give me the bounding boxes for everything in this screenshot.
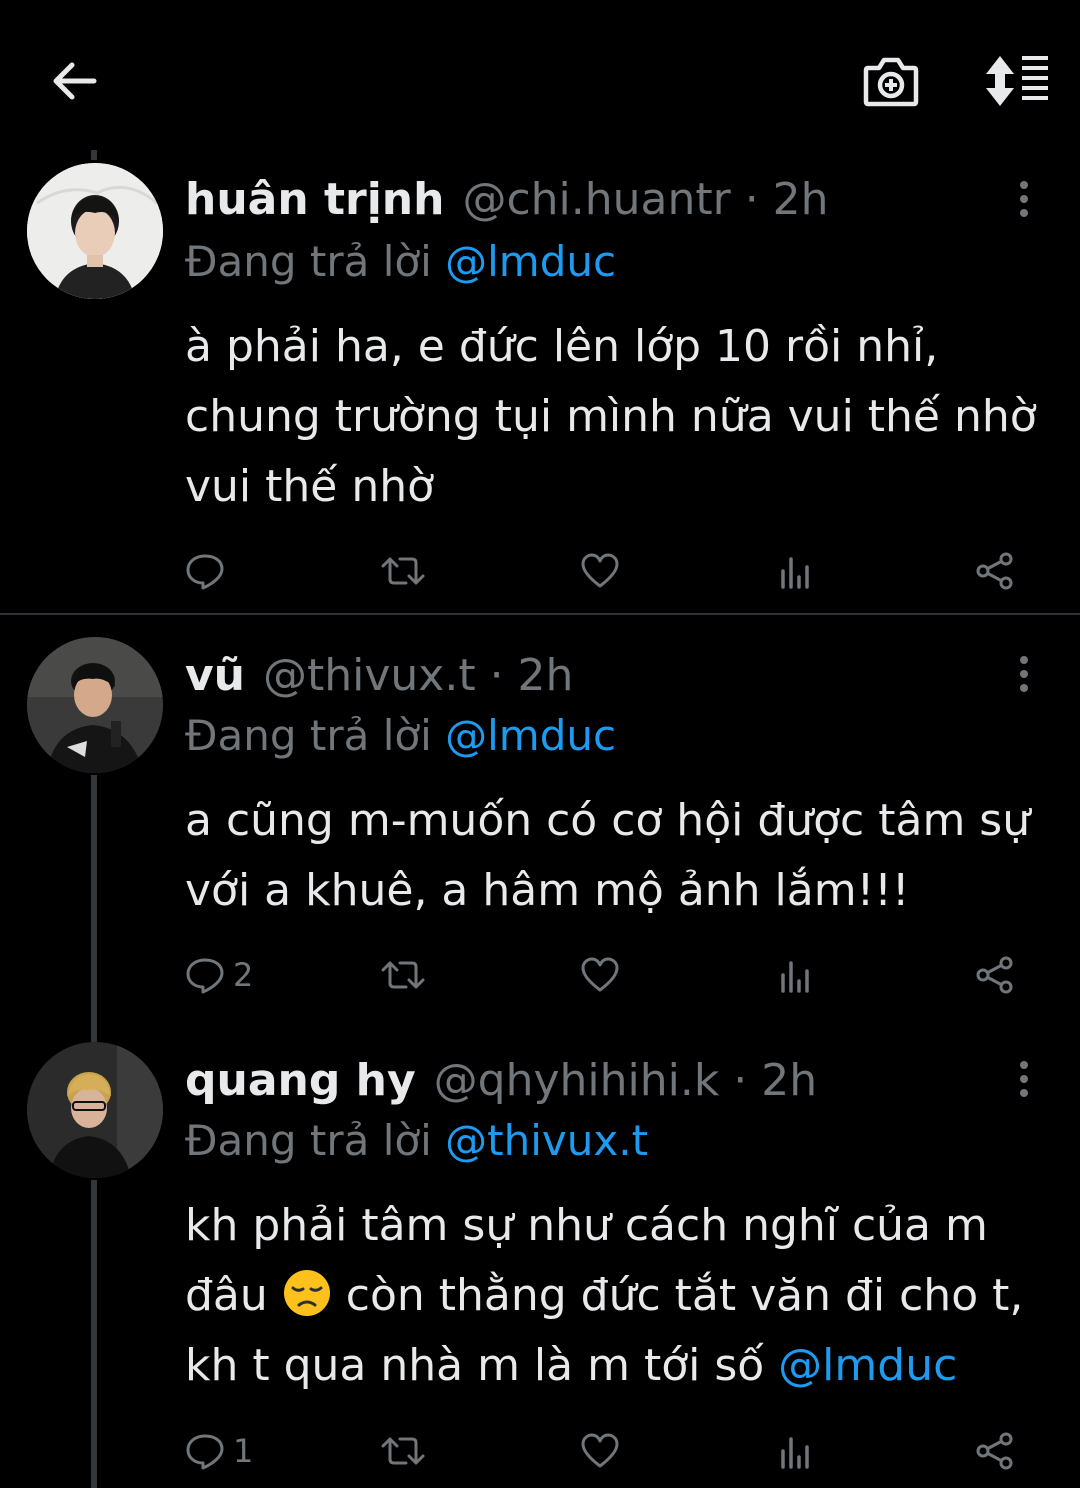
views-icon [779, 955, 815, 995]
tweet-text: à phải ha, e đức lên lớp 10 rồi nhỉ, chu… [185, 321, 1037, 512]
like-icon [580, 551, 620, 591]
avatar[interactable] [27, 1042, 163, 1178]
reply-icon [185, 955, 225, 995]
replying-prefix: Đang trả lời [185, 711, 432, 760]
views-button[interactable] [779, 546, 815, 596]
reply-icon [185, 1431, 225, 1471]
display-name[interactable]: huân trịnh [185, 174, 444, 225]
handle-and-time: @chi.huantr · 2h [462, 174, 829, 225]
avatar[interactable] [27, 163, 163, 299]
tweet-header: quang hy @qhyhihihi.k · 2h [185, 1051, 817, 1111]
tweet-text: a cũng m-muốn có cơ hội được tâm sự với … [185, 795, 1031, 916]
retweet-button[interactable] [381, 546, 425, 596]
retweet-icon [381, 955, 425, 995]
replying-to: Đang trả lời @lmduc [185, 232, 616, 292]
display-name[interactable]: vũ [185, 650, 245, 701]
mention-link[interactable]: @lmduc [445, 237, 616, 286]
replying-prefix: Đang trả lời [185, 1116, 432, 1165]
display-name[interactable]: quang hy [185, 1055, 416, 1106]
replying-to: Đang trả lời @lmduc [185, 706, 616, 766]
more-options-icon[interactable] [1011, 178, 1037, 218]
reply-count: 2 [233, 956, 254, 994]
retweet-icon [381, 551, 425, 591]
tweet-text: kh phải tâm sự như cách nghĩ của m đâu c… [185, 1191, 1055, 1401]
like-button[interactable] [580, 1426, 620, 1476]
tweet-actions [185, 546, 1035, 596]
tweet-header: vũ @thivux.t · 2h [185, 646, 573, 706]
handle-and-time: @qhyhihihi.k · 2h [433, 1055, 818, 1106]
reply-icon [185, 551, 225, 591]
replying-prefix: Đang trả lời [185, 237, 432, 286]
share-icon [975, 955, 1015, 995]
tweet[interactable]: vũ @thivux.t · 2h Đang trả lời @lmduc a c… [0, 615, 1080, 1035]
mention-link[interactable]: @lmduc [778, 1340, 957, 1391]
disappointed-face-emoji [283, 1270, 330, 1316]
views-button[interactable] [779, 1426, 815, 1476]
reply-count: 1 [233, 1432, 254, 1470]
tweet-actions: 1 [185, 1426, 1035, 1476]
share-icon [975, 551, 1015, 591]
like-icon [580, 1431, 620, 1471]
share-icon [975, 1431, 1015, 1471]
reply-button[interactable]: 1 [185, 1426, 253, 1476]
retweet-icon [381, 1431, 425, 1471]
retweet-button[interactable] [381, 1426, 425, 1476]
share-button[interactable] [975, 950, 1015, 1000]
handle-and-time: @thivux.t · 2h [263, 650, 574, 701]
replying-to: Đang trả lời @thivux.t [185, 1111, 648, 1171]
views-button[interactable] [779, 950, 815, 1000]
tweet-actions: 2 [185, 950, 1035, 1000]
share-button[interactable] [975, 546, 1015, 596]
like-icon [580, 955, 620, 995]
more-options-icon[interactable] [1011, 653, 1037, 693]
more-options-icon[interactable] [1011, 1058, 1037, 1098]
like-button[interactable] [580, 546, 620, 596]
tweet[interactable]: huân trịnh @chi.huantr · 2h Đang trả lời … [0, 0, 1080, 614]
reply-button[interactable]: 2 [185, 950, 253, 1000]
reply-button[interactable] [185, 546, 233, 596]
retweet-button[interactable] [381, 950, 425, 1000]
views-icon [779, 1431, 815, 1471]
mention-link[interactable]: @lmduc [445, 711, 616, 760]
tweet[interactable]: quang hy @qhyhihihi.k · 2h Đang trả lời @… [0, 1035, 1080, 1488]
avatar[interactable] [27, 637, 163, 773]
like-button[interactable] [580, 950, 620, 1000]
views-icon [779, 551, 815, 591]
mention-link[interactable]: @thivux.t [445, 1116, 648, 1165]
tweet-header: huân trịnh @chi.huantr · 2h [185, 170, 829, 230]
share-button[interactable] [975, 1426, 1015, 1476]
